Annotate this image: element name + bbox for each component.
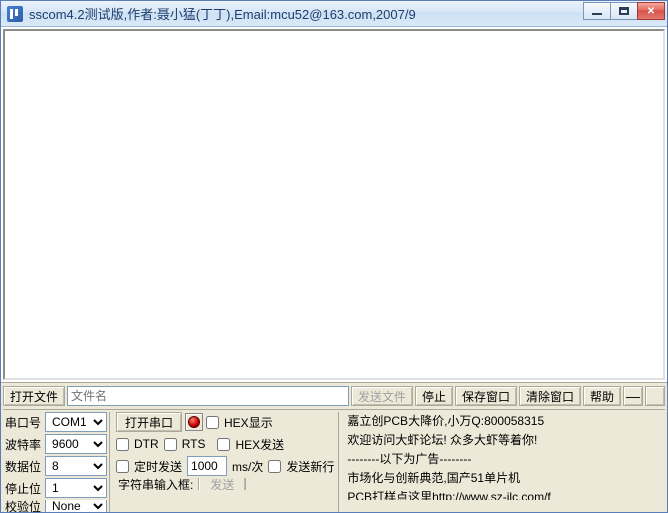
separator [109,412,110,512]
minimize-panel-button[interactable]: — [623,386,643,406]
ad-line-2: 欢迎访问大虾论坛! 众多大虾等着你! [347,431,665,449]
timed-send-checkbox[interactable] [116,460,129,473]
maximize-button[interactable] [610,2,638,20]
app-window: sscom4.2测试版,作者:聂小猛(丁丁),Email:mcu52@163.c… [0,0,668,513]
interval-input[interactable] [187,456,227,476]
app-icon [7,6,23,22]
hex-send-label: HEX发送 [233,436,286,453]
send-newline-label: 发送新行 [284,458,336,475]
receive-textarea[interactable] [3,29,665,380]
hex-display-label: HEX显示 [222,414,275,431]
settings-area: 串口号 COM1 波特率 9600 数据位 8 [3,409,665,512]
baud-select[interactable]: 9600 [45,434,107,454]
clear-window-button[interactable]: 清除窗口 [519,386,581,406]
filename-input[interactable] [67,386,349,406]
window-title: sscom4.2测试版,作者:聂小猛(丁丁),Email:mcu52@163.c… [29,4,584,23]
dtr-checkbox[interactable] [116,438,129,451]
open-file-button[interactable]: 打开文件 [3,386,65,406]
stop-bits-label: 停止位 [3,480,43,497]
timed-send-label: 定时发送 [132,458,184,475]
rts-checkbox[interactable] [164,438,177,451]
titlebar: sscom4.2测试版,作者:聂小猛(丁丁),Email:mcu52@163.c… [1,1,667,27]
parity-label: 校验位 [3,500,43,512]
rts-label: RTS [180,437,208,451]
minimize-button[interactable] [583,2,611,20]
baud-label: 波特率 [3,436,43,453]
ad-line-1: 嘉立创PCB大降价,小万Q:800058315 [347,412,665,430]
send-newline-checkbox[interactable] [268,460,281,473]
dtr-label: DTR [132,437,161,451]
hex-send-checkbox[interactable] [217,438,230,451]
stop-button[interactable]: 停止 [415,386,453,406]
data-bits-select[interactable]: 8 [45,456,107,476]
record-indicator[interactable] [185,413,203,431]
window-buttons [584,2,665,20]
control-column: 打开串口 HEX显示 DTR RTS HEX发送 [116,412,336,490]
send-file-button[interactable]: 发送文件 [351,386,413,406]
stop-bits-select[interactable]: 1 [45,478,107,498]
data-bits-label: 数据位 [3,458,43,475]
interval-unit-label: ms/次 [230,458,265,475]
save-window-button[interactable]: 保存窗口 [455,386,517,406]
string-input-label: 字符串输入框: [116,478,195,490]
port-select[interactable]: COM1 [45,412,107,432]
bottom-panel: 打开文件 发送文件 停止 保存窗口 清除窗口 帮助 — 串口号 COM1 波特率 [1,382,667,512]
serial-params: 串口号 COM1 波特率 9600 数据位 8 [3,412,107,512]
port-label: 串口号 [3,414,43,431]
ad-line-3: --------以下为广告-------- [347,450,665,468]
ad-column: 嘉立创PCB大降价,小万Q:800058315 欢迎访问大虾论坛! 众多大虾等着… [347,412,665,500]
parity-select[interactable]: None [45,500,107,512]
close-button[interactable] [637,2,665,20]
ad-line-5: PCB打样点这里http://www.sz-jlc.com/f [347,488,665,500]
send-button[interactable]: 发送 [198,478,246,490]
hex-display-checkbox[interactable] [206,416,219,429]
help-button[interactable]: 帮助 [583,386,621,406]
ad-line-4: 市场化与创新典范,国产51单片机 [347,469,665,487]
open-port-button[interactable]: 打开串口 [116,412,182,432]
extra-button[interactable] [645,386,665,406]
separator-2 [338,412,339,512]
file-toolbar: 打开文件 发送文件 停止 保存窗口 清除窗口 帮助 — [3,385,665,407]
record-dot-icon [188,416,200,428]
